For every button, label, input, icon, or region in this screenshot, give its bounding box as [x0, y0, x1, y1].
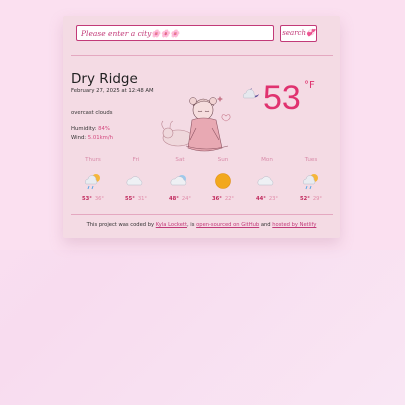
forecast-high: 48° [168, 196, 179, 202]
wind-stat: Wind: 5.01km/h [71, 135, 113, 141]
forecast-temps: 53° 36° [71, 196, 115, 202]
weather-card: search💞 Dry Ridge February 27, 2025 at 1… [63, 16, 340, 238]
humidity-label: Humidity: [71, 126, 97, 132]
forecast-day: Tues 52° 29° [289, 157, 333, 202]
forecast-temps: 48° 24° [158, 196, 202, 202]
search-button[interactable]: search💞 [280, 25, 317, 42]
weather-description: overcast clouds [71, 110, 113, 116]
forecast-low: 24° [181, 196, 192, 202]
forecast-high: 44° [255, 196, 266, 202]
forecast-day: Sat 48° 24° [158, 157, 202, 202]
forecast-temps: 52° 29° [289, 196, 333, 202]
cloud-moon-icon [243, 88, 259, 99]
forecast-high: 36° [211, 196, 222, 202]
forecast-high: 55° [124, 196, 135, 202]
forecast-low: 36° [94, 196, 105, 202]
forecast-high: 53° [81, 196, 92, 202]
forecast-day-name: Sat [175, 157, 185, 163]
author-link[interactable]: Kyla Lockett [156, 222, 187, 228]
anime-girl-illustration [161, 96, 231, 152]
rain-sun-icon [85, 174, 100, 190]
forecast-day-name: Fri [132, 157, 140, 163]
forecast-day-name: Tues [304, 157, 318, 163]
github-link[interactable]: open-sourced on GitHub [196, 222, 259, 228]
forecast-temps: 44° 23° [245, 196, 289, 202]
cloud-icon [126, 176, 143, 186]
forecast-day: Thurs 53° 36° [71, 157, 115, 202]
netlify-link[interactable]: hosted by Netlify [272, 222, 316, 228]
forecast-day: Fri 55° 31° [114, 157, 158, 202]
forecast-day-name: Mon [261, 157, 273, 163]
bottom-divider [71, 214, 333, 215]
footer-prefix: This project was coded by [86, 222, 155, 228]
forecast-low: 23° [268, 196, 279, 202]
cloud-sun-icon [170, 175, 187, 186]
forecast-day: Sun 36° 22° [201, 157, 245, 202]
current-temperature: 53 [263, 79, 301, 117]
wind-value: 5.01km/h [87, 135, 113, 141]
wind-label: Wind: [71, 135, 87, 141]
city-name: Dry Ridge [71, 71, 138, 87]
forecast-low: 22° [224, 196, 235, 202]
current-datetime: February 27, 2025 at 12:48 AM [71, 88, 154, 94]
forecast-high: 52° [299, 196, 310, 202]
cloud-icon [257, 176, 274, 186]
temperature-unit: °F [304, 80, 315, 91]
forecast-day-name: Thurs [85, 157, 101, 163]
rain-sun-icon [303, 174, 318, 190]
search-input[interactable] [76, 25, 274, 41]
forecast-temps: 36° 22° [201, 196, 245, 202]
humidity-value: 84% [98, 126, 110, 132]
search-form: search💞 [76, 25, 329, 44]
footer-middle: , is [187, 222, 195, 228]
forecast-day-name: Sun [217, 157, 229, 163]
humidity-stat: Humidity: 84% [71, 126, 110, 132]
footer-and: and [260, 222, 271, 228]
forecast-low: 31° [137, 196, 148, 202]
footer-credits: This project was coded by Kyla Lockett, … [63, 222, 340, 228]
forecast-day: Mon 44° 23° [245, 157, 289, 202]
forecast-temps: 55° 31° [114, 196, 158, 202]
forecast-low: 29° [312, 196, 323, 202]
sun-icon [215, 173, 231, 189]
top-divider [71, 55, 333, 56]
